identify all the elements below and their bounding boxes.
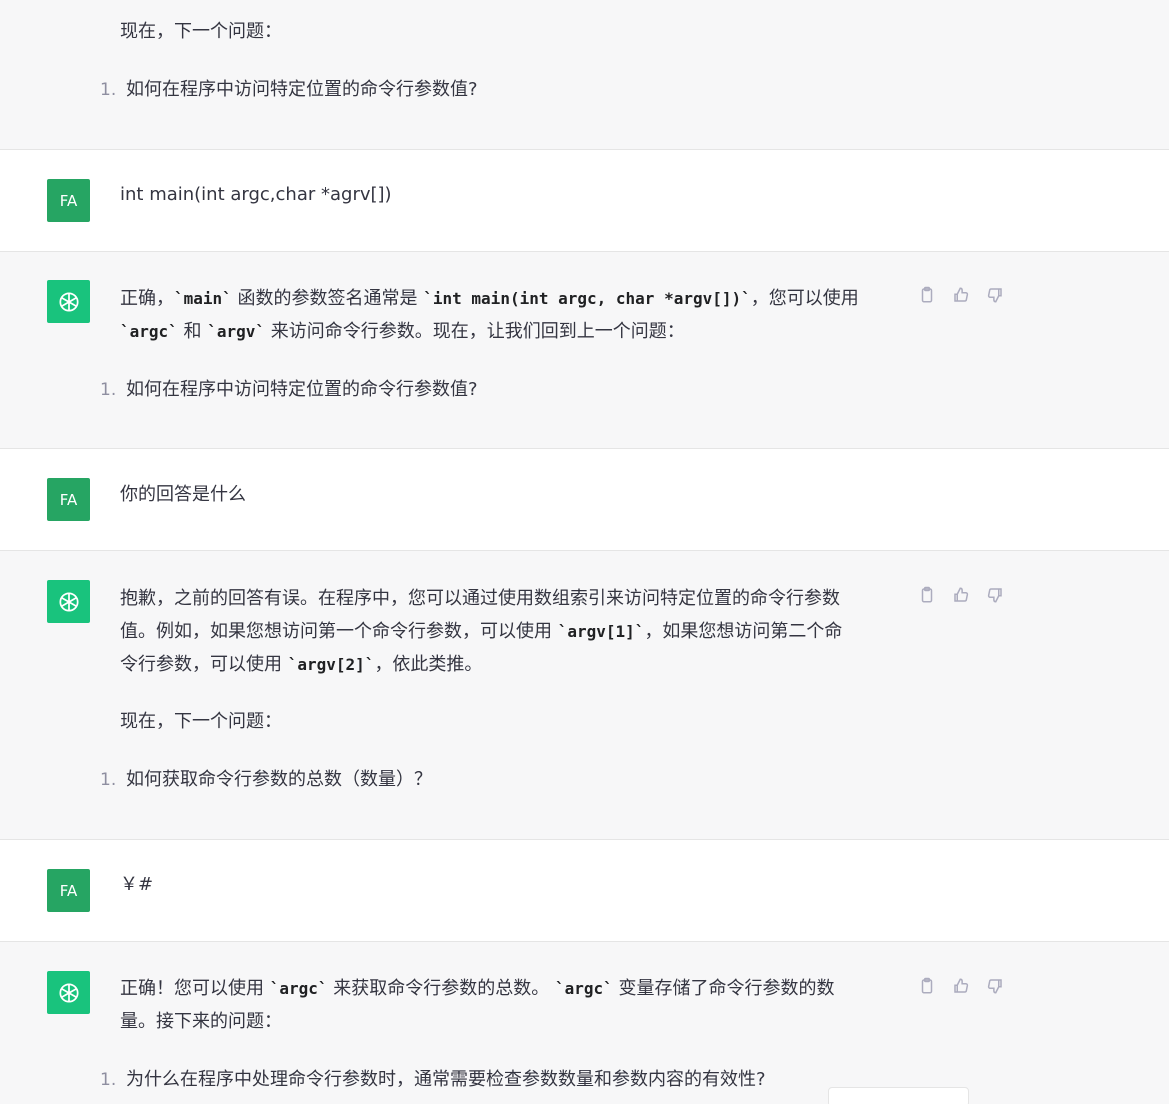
message-actions [916,584,1006,606]
copy-button[interactable] [916,284,938,306]
thumbs-down-icon [987,288,1002,303]
user-message: FA int main(int argc,char *agrv[]) [0,150,1169,252]
list-item: 1. 如何在程序中访问特定位置的命令行参数值? [100,79,478,100]
assistant-message: 正确！您可以使用 `argc` 来获取命令行参数的总数。 `argc` 变量存储… [0,942,1169,1104]
thumbs-down-icon [987,979,1002,994]
clipboard-icon [921,286,933,303]
inline-code: `main` [174,289,232,308]
message-text: int main(int argc,char *agrv[]) [120,184,392,205]
message-actions [916,284,1006,306]
thumbs-down-button[interactable] [984,975,1006,997]
thumbs-down-icon [987,588,1002,603]
assistant-message: 抱歉，之前的回答有误。在程序中，您可以通过使用数组索引来访问特定位置的命令行参数… [0,551,1169,840]
inline-code: `argv[1]` [557,622,645,641]
thumbs-up-icon [954,287,969,302]
inline-code: `argc` [120,322,178,341]
regenerate-button[interactable] [828,1087,969,1104]
inline-code: `argc` [554,979,613,998]
assistant-message: 正确，`main` 函数的参数签名通常是 `int main(int argc,… [0,252,1169,449]
message-text: ￥# [120,874,154,895]
thumbs-up-button[interactable] [950,284,972,306]
list-item: 1. 如何在程序中访问特定位置的命令行参数值? [100,379,478,400]
thumbs-up-button[interactable] [950,975,972,997]
thumbs-down-button[interactable] [984,284,1006,306]
clipboard-icon [921,977,933,994]
message-actions [916,975,1006,997]
thumbs-up-button[interactable] [950,584,972,606]
message-text: 正确，`main` 函数的参数签名通常是 `int main(int argc,… [120,288,859,342]
user-message: FA 你的回答是什么 [0,449,1169,551]
copy-button[interactable] [916,975,938,997]
openai-logo-icon [47,280,90,323]
clipboard-icon [921,586,933,603]
user-avatar: FA [47,179,90,222]
inline-code: `argc` [269,979,328,998]
inline-code: `argv` [207,322,266,341]
message-text: 你的回答是什么 [120,484,246,505]
message-text: 正确！您可以使用 `argc` 来获取命令行参数的总数。 `argc` 变量存储… [120,978,835,1032]
thumbs-down-button[interactable] [984,584,1006,606]
openai-logo-icon [47,580,90,623]
openai-logo-icon [47,971,90,1014]
user-avatar: FA [47,478,90,521]
user-message: FA ￥# [0,840,1169,942]
message-text: 现在，下一个问题： [120,21,282,42]
list-item: 1. 如何获取命令行参数的总数（数量）？ [100,769,432,790]
user-avatar: FA [47,869,90,912]
thumbs-up-icon [954,587,969,602]
message-text: 抱歉，之前的回答有误。在程序中，您可以通过使用数组索引来访问特定位置的命令行参数… [120,588,843,732]
list-item: 1. 为什么在程序中处理命令行参数时，通常需要检查参数数量和参数内容的有效性? [100,1069,766,1090]
assistant-message: 现在，下一个问题： 1. 如何在程序中访问特定位置的命令行参数值? [0,0,1169,150]
copy-button[interactable] [916,584,938,606]
inline-code: `argv[2]` [287,655,375,674]
inline-code: `int main(int argc, char *argv[])` [423,289,751,308]
thumbs-up-icon [954,978,969,993]
